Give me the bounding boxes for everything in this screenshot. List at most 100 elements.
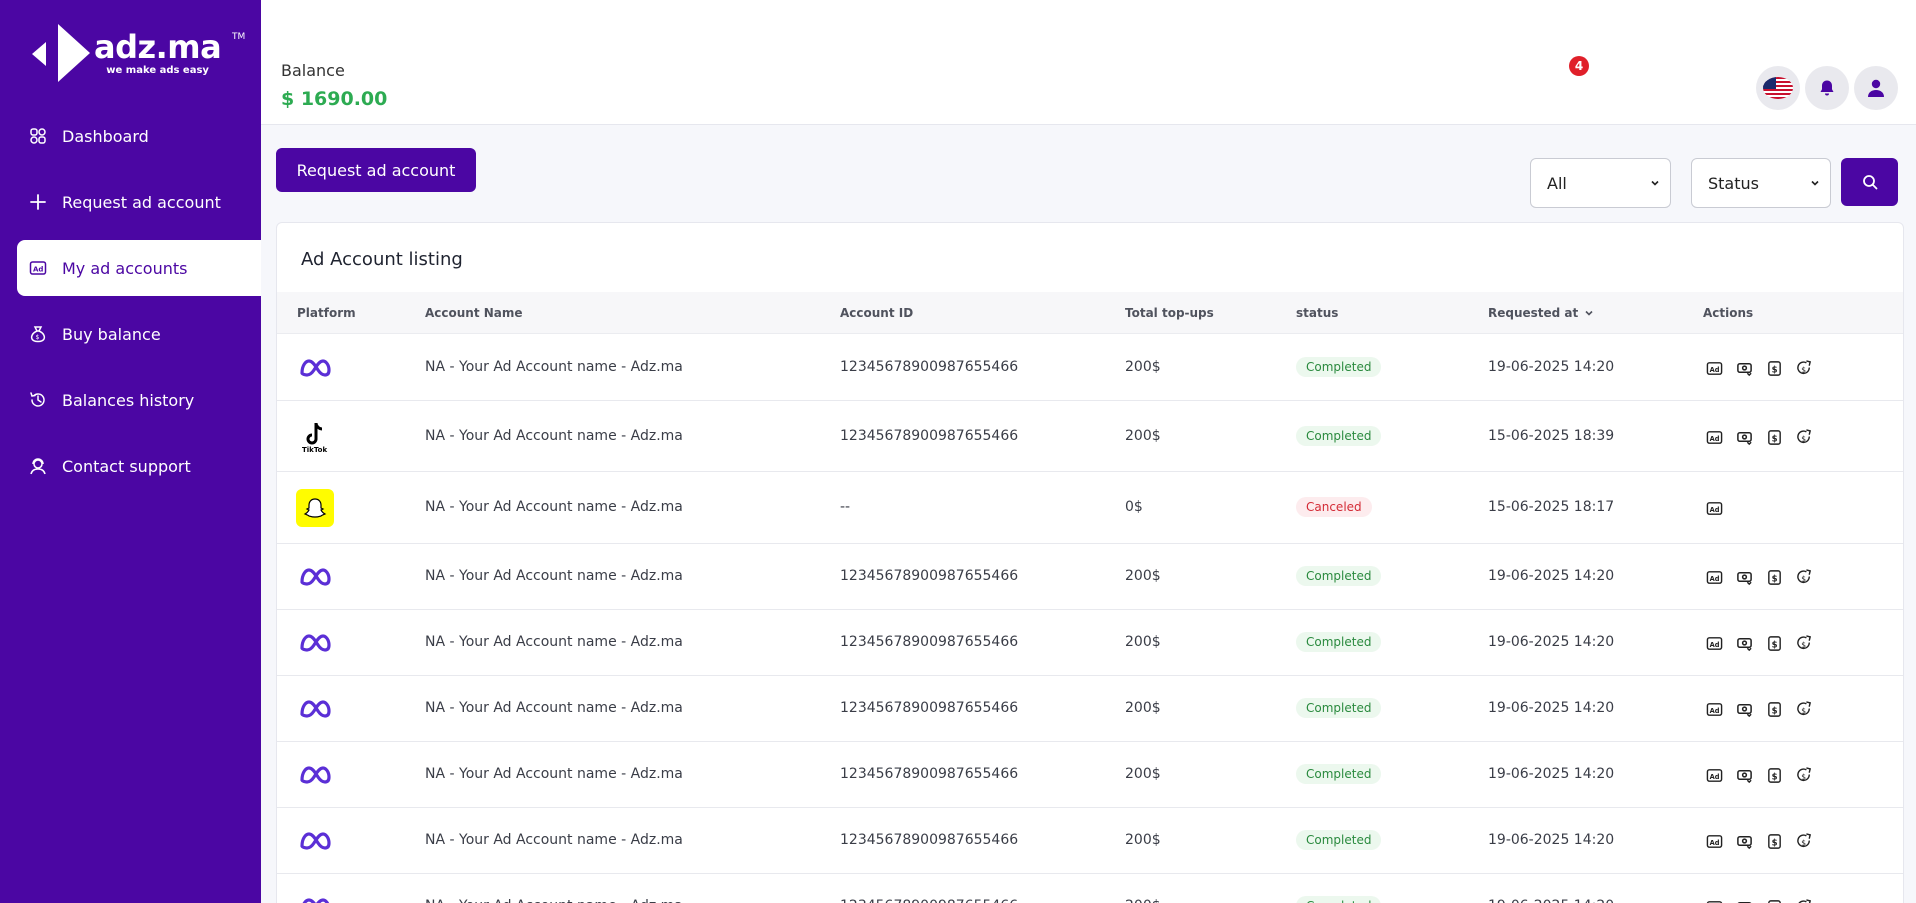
account-name-cell: NA - Your Ad Account name - Adz.ma [425,634,683,650]
sidebar-item-contact-support[interactable]: Contact support [17,438,261,494]
dollar-card-icon[interactable]: $ [1765,832,1783,850]
history-icon [29,391,47,409]
dollar-card-icon[interactable]: $ [1765,766,1783,784]
ad-icon[interactable]: Ad [1705,359,1723,377]
language-selector[interactable] [1756,66,1800,110]
meta-platform-icon [296,822,334,860]
us-flag-icon [1763,77,1793,99]
refill-balance-icon[interactable]: $ [1795,898,1813,903]
svg-text:$: $ [1771,574,1777,584]
requested-at-cell: 19-06-2025 14:20 [1488,359,1615,375]
refill-balance-icon[interactable]: $ [1795,568,1813,586]
sidebar-item-buy-balance[interactable]: $ Buy balance [17,306,261,362]
svg-text:$: $ [1801,365,1806,374]
refill-balance-icon[interactable]: $ [1795,428,1813,446]
dollar-card-icon[interactable]: $ [1765,898,1783,903]
money-transfer-icon[interactable] [1735,766,1753,784]
card-title: Ad Account listing [301,249,463,270]
balance-label: Balance [281,61,345,80]
svg-text:$: $ [1771,838,1777,848]
ad-account-listing-card: Ad Account listing Platform Account Name… [276,222,1904,903]
account-name-cell: NA - Your Ad Account name - Adz.ma [425,428,683,444]
snapchat-platform-icon [296,489,334,527]
sidebar-item-request-ad-account[interactable]: Request ad account [17,174,261,230]
request-ad-account-button[interactable]: Request ad account [276,148,476,192]
ad-icon[interactable]: Ad [1705,428,1723,446]
total-topups-cell: 200$ [1125,634,1161,650]
refill-balance-icon[interactable]: $ [1795,359,1813,377]
table-row: NA - Your Ad Account name - Adz.ma 123456… [277,742,1903,808]
status-badge: Completed [1296,698,1382,718]
support-agent-icon [29,457,47,475]
money-transfer-icon[interactable] [1735,898,1753,903]
requested-at-cell: 15-06-2025 18:39 [1488,428,1615,444]
svg-text:Ad: Ad [1709,640,1719,648]
money-transfer-icon[interactable] [1735,428,1753,446]
row-actions: Ad $ $ [1705,898,1813,903]
column-requested-at-sort[interactable]: Requested at [1488,306,1594,320]
sidebar-item-label: Request ad account [62,192,221,212]
ad-icon[interactable]: Ad [1705,568,1723,586]
ad-icon[interactable]: Ad [1705,700,1723,718]
table-row: NA - Your Ad Account name - Adz.ma -- 0$ 15… [277,472,1903,544]
svg-text:Ad: Ad [1709,574,1719,582]
refill-balance-icon[interactable]: $ [1795,634,1813,652]
sidebar-item-my-ad-accounts[interactable]: Ad My ad accounts [17,240,261,296]
dollar-card-icon[interactable]: $ [1765,428,1783,446]
ad-icon[interactable]: Ad [1705,634,1723,652]
notifications-button[interactable] [1805,66,1849,110]
money-transfer-icon[interactable] [1735,832,1753,850]
ad-icon[interactable]: Ad [1705,499,1723,517]
account-name-cell: NA - Your Ad Account name - Adz.ma [425,499,683,515]
refill-balance-icon[interactable]: $ [1795,832,1813,850]
total-topups-cell: 200$ [1125,898,1161,903]
account-id-cell: 12345678900987655466 [840,568,1019,584]
money-transfer-icon[interactable] [1735,700,1753,718]
meta-platform-icon [296,756,334,794]
svg-text:$: $ [1771,772,1777,782]
status-badge: Completed [1296,632,1382,652]
column-account-name: Account Name [425,306,523,320]
total-topups-cell: 200$ [1125,359,1161,375]
money-transfer-icon[interactable] [1735,634,1753,652]
money-transfer-icon[interactable] [1735,568,1753,586]
dollar-card-icon[interactable]: $ [1765,568,1783,586]
row-actions: Ad $ $ [1705,832,1813,850]
user-menu-button[interactable] [1854,66,1898,110]
dollar-card-icon[interactable]: $ [1765,634,1783,652]
dollar-card-icon[interactable]: $ [1765,359,1783,377]
refill-balance-icon[interactable]: $ [1795,700,1813,718]
account-id-cell: -- [840,499,851,515]
requested-at-cell: 19-06-2025 14:20 [1488,700,1615,716]
money-transfer-icon[interactable] [1735,359,1753,377]
status-badge: Completed [1296,896,1382,903]
plus-icon [29,193,47,211]
svg-text:Ad: Ad [33,266,43,274]
platform-filter-select[interactable]: All [1530,158,1671,208]
row-actions: Ad $ $ [1705,766,1813,784]
account-name-cell: NA - Your Ad Account name - Adz.ma [425,832,683,848]
meta-platform-icon [296,888,334,903]
sidebar-item-balances-history[interactable]: Balances history [17,372,261,428]
ad-icon[interactable]: Ad [1705,766,1723,784]
status-filter-select[interactable]: Status [1691,158,1831,208]
column-platform: Platform [297,306,356,320]
tiktok-platform-icon: TikTok [296,418,334,456]
account-name-cell: NA - Your Ad Account name - Adz.ma [425,766,683,782]
refill-balance-icon[interactable]: $ [1795,766,1813,784]
row-actions: Ad $ $ [1705,359,1813,377]
svg-text:$: $ [1801,574,1806,583]
meta-platform-icon [296,624,334,662]
brand-logo[interactable]: adz.ma we make ads easy [30,22,222,84]
ad-icon[interactable]: Ad [1705,898,1723,903]
search-button[interactable] [1841,158,1898,206]
dollar-card-icon[interactable]: $ [1765,700,1783,718]
bell-icon [1820,80,1834,96]
chevron-down-icon [1651,180,1659,186]
ad-icon[interactable]: Ad [1705,832,1723,850]
svg-text:$: $ [1771,706,1777,716]
account-name-cell: NA - Your Ad Account name - Adz.ma [425,700,683,716]
sidebar-item-dashboard[interactable]: Dashboard [17,108,261,164]
svg-text:$: $ [1801,640,1806,649]
sidebar: adz.ma we make ads easy TM Dashboard Req… [0,0,261,903]
